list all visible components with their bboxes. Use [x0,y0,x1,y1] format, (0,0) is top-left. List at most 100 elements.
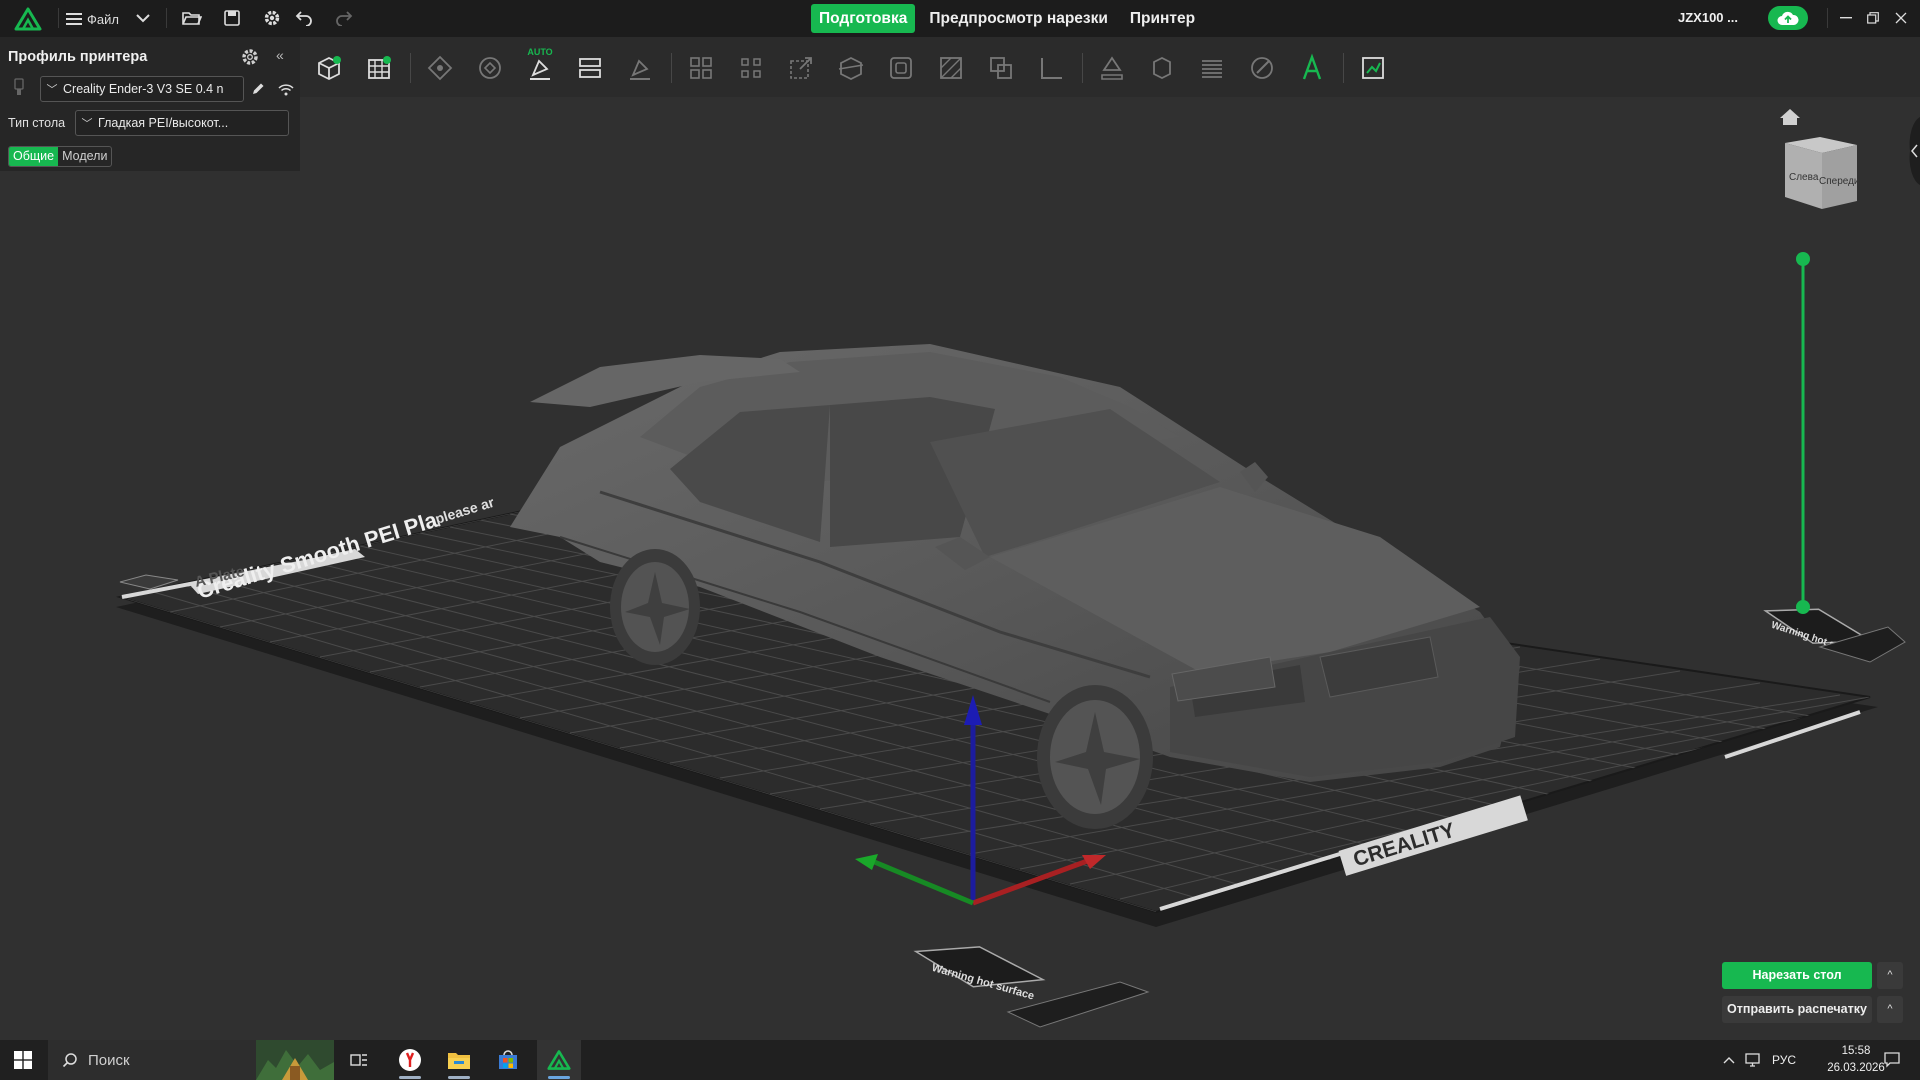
3d-viewport[interactable]: Creality Smooth PEI Pla A Plate please a… [0,97,1920,1040]
start-button[interactable] [0,1040,46,1080]
tab-models[interactable]: Модели [58,147,111,166]
hollow-icon [890,57,912,79]
minimize-icon[interactable] [1835,8,1857,28]
divider [1827,8,1828,28]
split-objects-button[interactable] [571,49,609,87]
wifi-button[interactable] [276,77,296,101]
windows-taskbar: Поиск РУС 15:58 26.03.2026 [0,1040,1920,1080]
notifications-button[interactable] [1874,1040,1910,1080]
search-icon [62,1053,77,1068]
auto-lay-on-face-button[interactable]: AUTO [521,47,559,87]
slice-plate-button[interactable]: Нарезать стол [1722,962,1872,989]
measure-icon [1041,58,1062,79]
collapse-panel-icon[interactable]: « [276,47,290,67]
text-icon [1302,53,1322,80]
boolean-button[interactable] [982,49,1020,87]
settings-scope-toggle: Общие Модели [8,146,113,167]
redo-icon[interactable] [333,7,355,29]
arrange-button[interactable] [471,49,509,87]
mesh-boolean-button[interactable] [882,49,920,87]
tab-general[interactable]: Общие [9,147,59,166]
arrange-icon [479,57,501,79]
store-icon [499,1050,517,1069]
chevron-down-icon: ﹀ [81,118,93,130]
chevron-up-icon [1723,1057,1735,1064]
restore-icon[interactable] [1862,8,1884,28]
assembly-view-button[interactable] [1354,49,1392,87]
creality-logo-icon [547,1050,571,1070]
add-plate-icon [368,56,391,79]
layer-slider[interactable] [1796,252,1810,614]
yandex-browser-button[interactable] [390,1040,430,1080]
lay-on-face-button[interactable] [621,49,659,87]
view-cube[interactable]: Слева Спереди [1785,137,1860,209]
creality-print-taskbar-button[interactable] [537,1040,581,1080]
send-options-caret[interactable]: ^ [1877,996,1903,1023]
close-icon[interactable] [1890,8,1912,28]
stamp-icon [1101,56,1123,80]
chevron-down-icon[interactable] [132,7,154,29]
send-print-button[interactable]: Отправить распечатку [1722,996,1872,1023]
printer-select[interactable]: ﹀ Creality Ender-3 V3 SE 0.4 n [40,76,244,102]
active-indicator [399,1076,421,1079]
bed-type-select[interactable]: ﹀ Гладкая PEI/высокот... [75,110,289,136]
pencil-icon [253,83,264,94]
text-tool-button[interactable] [1293,49,1331,87]
save-icon[interactable] [221,7,243,29]
edit-printer-button[interactable] [246,76,270,102]
scene-canvas: Creality Smooth PEI Pla A Plate please a… [116,109,1920,1028]
spread-button[interactable] [732,49,770,87]
tab-slice-preview[interactable]: Предпросмотр нарезки [921,4,1116,33]
view-cube-front: Спереди [1819,176,1860,187]
layers-icon [1202,60,1222,78]
tab-printer[interactable]: Принтер [1122,4,1203,33]
input-language[interactable]: РУС [1772,1053,1796,1067]
emboss-button[interactable] [1093,49,1131,87]
lay-on-face-icon [530,59,550,80]
fuzzy-skin-button[interactable] [1143,49,1181,87]
divider [58,8,59,28]
add-plate-button[interactable] [360,49,398,87]
tab-prepare[interactable]: Подготовка [811,4,916,33]
folder-icon [448,1053,470,1069]
cut-button[interactable] [832,49,870,87]
box-icon [1153,56,1171,80]
usb-connection-icon [14,78,24,95]
add-model-button[interactable] [310,49,348,87]
device-name[interactable]: JZX100 ... [1678,10,1738,25]
support-paint-button[interactable] [932,49,970,87]
printer-settings-gear-icon[interactable] [240,47,260,67]
taskbar-search-input[interactable]: Поиск [48,1040,334,1080]
show-hidden-icons-button[interactable] [1718,1040,1740,1080]
file-explorer-button[interactable] [439,1040,479,1080]
undo-icon[interactable] [293,7,315,29]
layer-editing-button[interactable] [1193,49,1231,87]
measure-button[interactable] [1032,49,1070,87]
support-icon [940,57,962,79]
network-icon [1745,1053,1760,1067]
file-menu-button[interactable]: Файл [66,7,119,31]
scale-icon [790,57,812,79]
scale-button[interactable] [782,49,820,87]
home-view-icon[interactable] [1780,109,1800,125]
cloud-upload-button[interactable] [1768,6,1808,30]
task-view-button[interactable] [339,1040,379,1080]
divider [671,53,672,83]
printer-profile-panel: Профиль принтера « ﹀ Creality Ender-3 V3… [0,37,300,171]
open-folder-icon[interactable] [181,7,203,29]
gear-icon[interactable] [261,7,283,29]
cloud-upload-icon [1777,11,1799,25]
network-button[interactable] [1742,1040,1766,1080]
color-paint-button[interactable] [1243,49,1281,87]
windows-logo-icon [14,1051,32,1069]
slice-options-caret[interactable]: ^ [1877,962,1903,989]
auto-orient-button[interactable] [421,49,459,87]
auto-label: AUTO [527,47,553,57]
grid-arrange-button[interactable] [682,49,720,87]
spread-icon [741,58,761,78]
bed-type-value: Гладкая PEI/высокот... [98,116,229,130]
split-icon [579,58,601,78]
search-highlight-image [256,1040,334,1080]
assembly-icon [1362,57,1384,79]
microsoft-store-button[interactable] [488,1040,528,1080]
